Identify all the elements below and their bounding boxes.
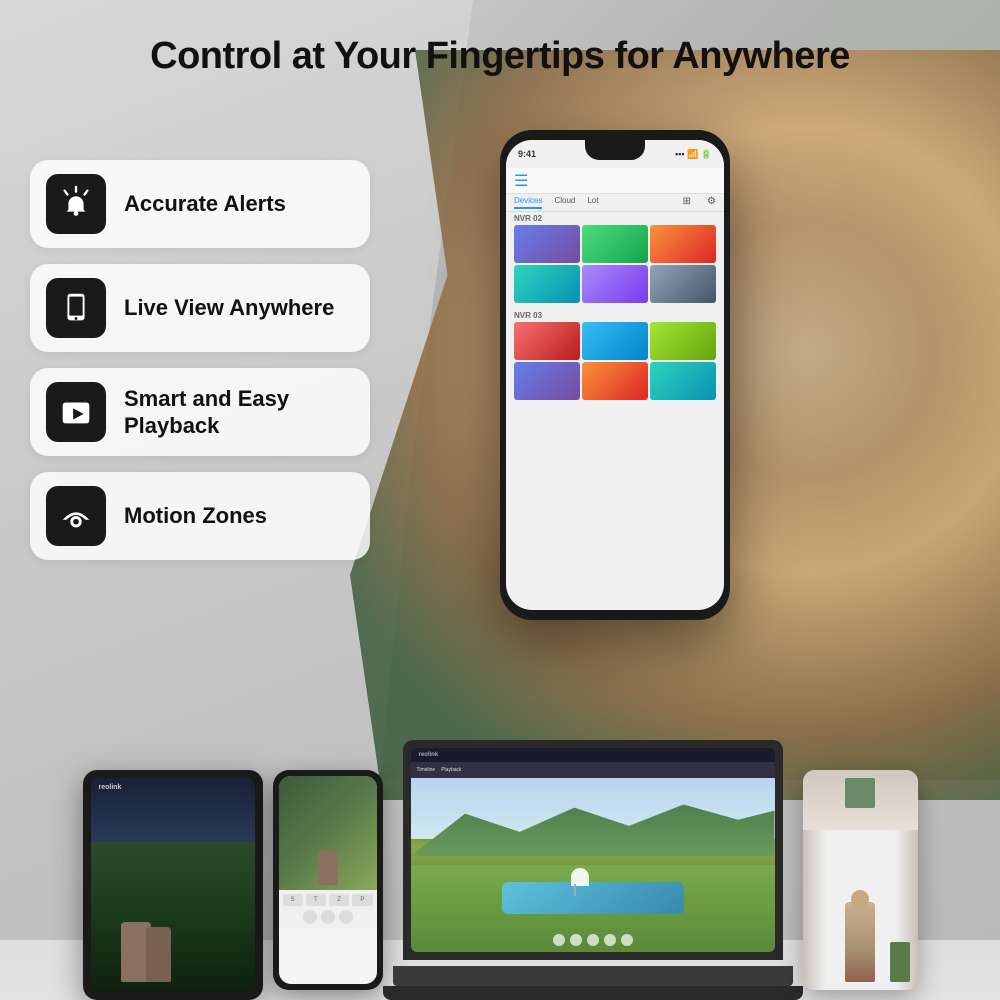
feature-smart-playback: Smart and Easy Playback [30,368,370,456]
play-icon-box [46,382,106,442]
ctrl-p[interactable]: P [352,894,372,906]
devices-section: reolink S T Z P [0,710,1000,1000]
feature-live-view: Live View Anywhere [30,264,370,352]
small-phone-controls: S T Z P [279,890,377,928]
laptop-ctrl-prev[interactable] [553,934,565,946]
settings-icon[interactable]: ⚙ [707,196,716,209]
laptop-cam-view [411,778,775,952]
right-device-screen [803,830,918,990]
laptop-controls [553,934,633,946]
phone-signal: ▪▪▪ 📶 🔋 [675,149,712,160]
cam-thumb-2 [582,225,648,263]
btn-home[interactable] [303,910,317,924]
door-top [803,770,918,830]
cam-thumb-5 [582,265,648,303]
door-window [845,778,875,808]
ctrl-s[interactable]: S [283,894,303,906]
nav-devices[interactable]: Devices [514,196,542,209]
cam-grid-2 [506,322,724,400]
right-device [803,770,918,990]
phone-time: 9:41 [518,149,536,159]
alert-icon [57,185,95,223]
tablet-brand-label: reolink [99,784,122,791]
small-phone-mockup: S T Z P [273,770,383,990]
door-person-head [851,890,869,908]
laptop-ctrl-full[interactable] [621,934,633,946]
smart-playback-label: Smart and Easy Playback [124,385,346,440]
nvr03-label: NVR 03 [506,309,724,322]
phone-mockup: 9:41 ▪▪▪ 📶 🔋 ☰ Devices Cloud Lot ⊞ ⚙ NVR… [500,130,730,620]
cam-thumb-3 [650,225,716,263]
laptop-screen-inner: reolink Timeline Playback [411,748,775,952]
cam-grid-1 [506,225,724,303]
laptop-base [393,966,793,986]
page-title: Control at Your Fingertips for Anywhere [0,35,1000,78]
nav-cloud[interactable]: Cloud [554,196,575,209]
accurate-alerts-label: Accurate Alerts [124,190,286,218]
laptop-umbrella-pole [574,884,576,896]
tablet-scene [91,842,255,992]
tablet-figure-2 [146,927,171,982]
phone-icon [57,289,95,327]
tablet-screen: reolink [91,778,255,992]
laptop-umbrella [571,868,589,886]
nvr02-label: NVR 02 [506,212,724,225]
door-person-body [845,902,875,982]
door-plant [890,942,910,982]
laptop-ctrl-vol[interactable] [604,934,616,946]
cam-thumb-12 [650,362,716,400]
tablet-mockup: reolink [83,770,263,1000]
nav-lot[interactable]: Lot [587,196,598,209]
features-list: Accurate Alerts Live View Anywhere Smart… [30,160,370,560]
ctrl-t[interactable]: T [306,894,326,906]
feature-motion-zones: Motion Zones [30,472,370,560]
play-icon [57,393,95,431]
laptop-nav-bar: Timeline Playback [411,762,775,778]
laptop-nav-item-1[interactable]: Timeline [417,767,436,773]
laptop-brand-label: reolink [419,752,439,758]
btn-back[interactable] [321,910,335,924]
motion-zones-label: Motion Zones [124,502,267,530]
phone-notch [585,140,645,160]
phone-screen: 9:41 ▪▪▪ 📶 🔋 ☰ Devices Cloud Lot ⊞ ⚙ NVR… [506,140,724,610]
laptop-screen-part: reolink Timeline Playback [403,740,783,960]
cam-thumb-10 [514,362,580,400]
laptop-ctrl-next[interactable] [587,934,599,946]
right-device-top [803,770,918,830]
small-phone-screen: S T Z P [279,776,377,984]
cam-thumb-7 [514,322,580,360]
cam-thumb-6 [650,265,716,303]
live-view-label: Live View Anywhere [124,294,334,322]
alert-icon-box [46,174,106,234]
cam-thumb-4 [514,265,580,303]
grid-icon[interactable]: ⊞ [683,196,691,209]
phone-nav: Devices Cloud Lot ⊞ ⚙ [506,194,724,212]
motion-zones-icon [57,497,95,535]
laptop-mockup: reolink Timeline Playback [393,740,793,1000]
laptop-bottom [383,986,803,1000]
btn-menu[interactable] [339,910,353,924]
laptop-nav-item-2[interactable]: Playback [441,767,461,773]
hamburger-icon[interactable]: ☰ [514,171,528,191]
cam-thumb-8 [582,322,648,360]
cam-thumb-9 [650,322,716,360]
small-phone-cam-view [279,776,377,890]
laptop-pool [502,882,684,913]
motion-icon-box [46,486,106,546]
laptop-ctrl-play[interactable] [570,934,582,946]
phone-icon-box [46,278,106,338]
cam-thumb-1 [514,225,580,263]
feature-accurate-alerts: Accurate Alerts [30,160,370,248]
small-phone-figure [318,850,338,885]
cam-thumb-11 [582,362,648,400]
ctrl-z[interactable]: Z [329,894,349,906]
doorbell-scene [803,830,918,990]
